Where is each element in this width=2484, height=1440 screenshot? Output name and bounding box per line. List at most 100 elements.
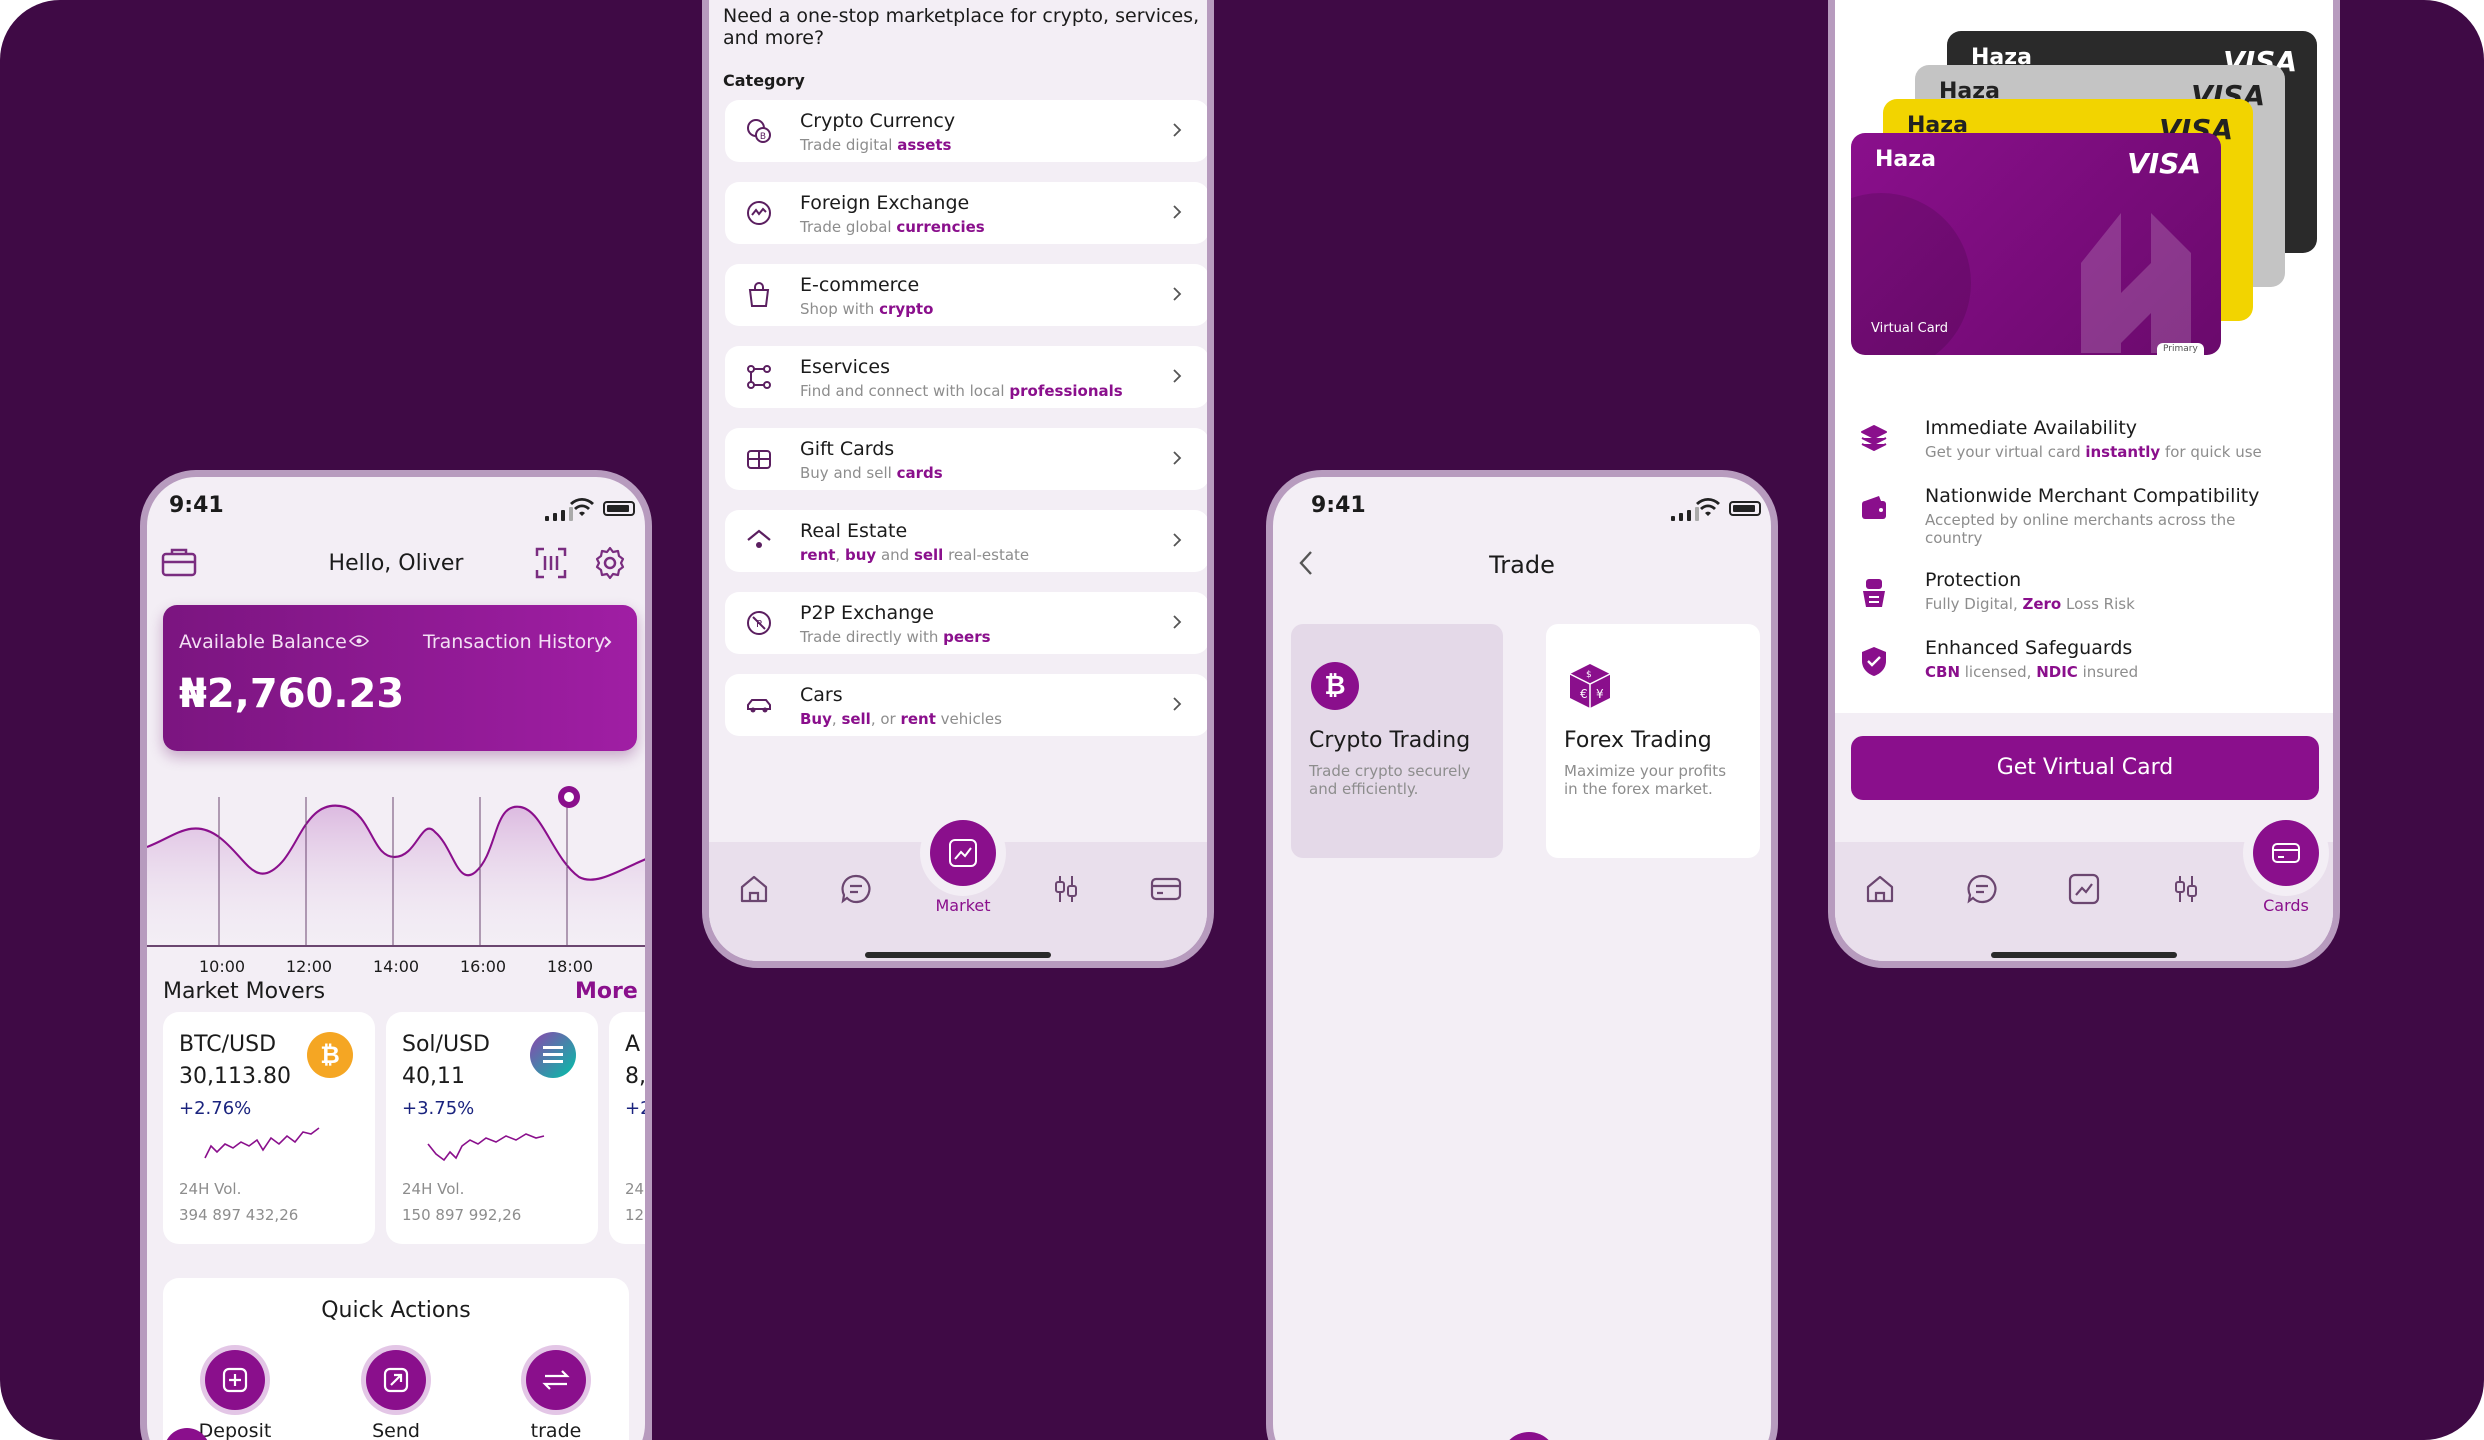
protection-icon [1863, 579, 1885, 607]
chevron-right-icon [1173, 123, 1182, 137]
nav-home-icon[interactable] [737, 872, 771, 906]
shopping-bag-icon [748, 282, 770, 307]
settings-gear-icon[interactable] [593, 546, 627, 580]
forex-trading-option[interactable]: € ¥ $ Forex Trading Maximize your profits … [1546, 624, 1760, 858]
eye-icon[interactable] [349, 633, 369, 649]
category-subtitle: Shop with crypto [800, 300, 934, 318]
market-mover-card[interactable]: BTC/USD ₿ 30,113.80 +2.76% 24H Vol. 394 … [163, 1012, 375, 1244]
trade-label: trade [530, 1420, 582, 1440]
chevron-right-icon [604, 636, 612, 648]
bottom-nav: Cards [1835, 820, 2333, 961]
market-mover-card[interactable]: Sol/USD 40,11 +3.75% 24H Vol. 150 897 99… [386, 1012, 598, 1244]
balance-amount: ₦2,760.23 [179, 671, 405, 717]
option-desc: Maximize your profits [1564, 762, 1727, 780]
canvas: 9:41 Hello, Oliver Available Balance Tra… [0, 0, 2484, 1440]
option-title: Crypto Trading [1309, 728, 1471, 753]
category-title: Eservices [800, 356, 890, 378]
market-movers-title: Market Movers [163, 979, 326, 1004]
exchange-icon [747, 201, 771, 225]
nav-market-label[interactable]: Market [913, 896, 1013, 915]
option-desc: and efficiently. [1309, 780, 1419, 798]
chart-time-label: 16:00 [460, 957, 507, 976]
svg-text:B: B [760, 132, 766, 142]
shield-check-icon [1862, 647, 1886, 676]
mover-price: 40,11 [402, 1064, 465, 1089]
category-item-cars[interactable]: Cars Buy, sell, or rent vehicles [725, 674, 1207, 736]
phone-right-bezel [645, 1000, 652, 1440]
card-primary-tag: Primary [2157, 343, 2204, 355]
mover-sparkline [204, 1127, 320, 1159]
mover-change: +2 [625, 1098, 645, 1119]
more-link[interactable]: More [575, 979, 638, 1004]
feature-title: Nationwide Merchant Compatibility [1925, 485, 2260, 507]
chevron-right-icon [1173, 697, 1182, 711]
gift-card-icon [747, 450, 771, 469]
option-desc: in the forex market. [1564, 780, 1713, 798]
svg-text:€: € [1580, 687, 1588, 701]
status-time: 9:41 [169, 493, 224, 518]
feature-title: Enhanced Safeguards [1925, 637, 2133, 659]
home-indicator [1991, 952, 2177, 958]
market-chart-icon [949, 839, 977, 867]
coins-icon: B [747, 119, 771, 143]
nav-card-icon[interactable] [1149, 872, 1183, 906]
market-screen-phone: Need a one-stop marketplace for crypto, … [702, 0, 1214, 968]
bottom-nav: Market [709, 820, 1207, 961]
category-item-crypto-currency[interactable]: B Crypto Currency Trade digital assets [725, 100, 1207, 162]
chevron-right-icon [1173, 451, 1182, 465]
send-button[interactable] [366, 1350, 426, 1410]
category-subtitle: Find and connect with local professional… [800, 382, 1123, 400]
wallet-icon [1862, 496, 1886, 519]
category-item-p2p-exchange[interactable]: P P2P Exchange Trade directly with peers [725, 592, 1207, 654]
card-caption: Virtual Card [1871, 321, 1949, 336]
card-brand: Haza [1875, 147, 1936, 172]
category-title: E-commerce [800, 274, 920, 296]
category-item-eservices[interactable]: Eservices Find and connect with local pr… [725, 346, 1207, 408]
nav-home-icon[interactable] [1863, 872, 1897, 906]
market-mover-card[interactable]: A 8, +2 24 12 [609, 1012, 645, 1244]
nav-market-button[interactable] [930, 820, 996, 886]
virtual-card-primary[interactable]: Haza VISA Virtual Card Primary [1851, 133, 2221, 355]
nav-cards-button[interactable] [2253, 820, 2319, 886]
feature-title: Immediate Availability [1925, 417, 2138, 439]
category-item-gift-cards[interactable]: Gift Cards Buy and sell cards [725, 428, 1207, 490]
balance-chart [147, 786, 645, 947]
crypto-trading-option[interactable]: ₿ Crypto Trading Trade crypto securely a… [1291, 624, 1503, 858]
balance-card[interactable]: Available Balance Transaction History ₦2… [163, 605, 637, 751]
bitcoin-icon: ₿ [1311, 662, 1359, 710]
nav-cards-label[interactable]: Cards [2236, 896, 2333, 915]
feature-desc: Get your virtual card instantly for quic… [1925, 443, 2262, 461]
chevron-right-icon [1173, 615, 1182, 629]
mover-pair: A [625, 1032, 641, 1057]
get-virtual-card-button[interactable]: Get Virtual Card [1851, 736, 2319, 800]
category-title: Crypto Currency [800, 110, 956, 132]
category-subtitle: Buy, sell, or rent vehicles [800, 710, 1002, 728]
trade-button[interactable] [526, 1350, 586, 1410]
mover-price: 8, [625, 1064, 645, 1089]
nav-chat-icon[interactable] [839, 872, 873, 906]
chart-time-label: 18:00 [547, 957, 594, 976]
balance-label: Available Balance [179, 631, 347, 653]
svg-text:$: $ [1586, 670, 1592, 680]
chart-time-label: 10:00 [199, 957, 246, 976]
transaction-history-link[interactable]: Transaction History [423, 631, 605, 653]
nav-candlestick-icon[interactable] [2169, 872, 2203, 906]
layers-icon [1861, 425, 1887, 451]
nav-chat-icon[interactable] [1965, 872, 1999, 906]
category-item-foreign-exchange[interactable]: Foreign Exchange Trade global currencies [725, 182, 1207, 244]
category-item-real-estate[interactable]: Real Estate rent, buy and sell real-esta… [725, 510, 1207, 572]
chart-time-label: 14:00 [373, 957, 420, 976]
car-icon [747, 699, 771, 713]
chevron-right-icon [1173, 205, 1182, 219]
network-nodes-icon [747, 365, 771, 389]
category-subtitle: Trade digital assets [800, 136, 952, 154]
feature-desc: Accepted by online merchants across the … [1925, 511, 2236, 547]
mover-vol-label: 24H Vol. [179, 1180, 242, 1198]
category-item-e-commerce[interactable]: E-commerce Shop with crypto [725, 264, 1207, 326]
nav-market-icon[interactable] [2067, 872, 2101, 906]
nav-candlestick-icon[interactable] [1049, 872, 1083, 906]
quick-actions-title: Quick Actions [321, 1298, 471, 1323]
deposit-button[interactable] [205, 1350, 265, 1410]
scan-icon[interactable] [535, 547, 567, 579]
house-icon [747, 529, 771, 548]
